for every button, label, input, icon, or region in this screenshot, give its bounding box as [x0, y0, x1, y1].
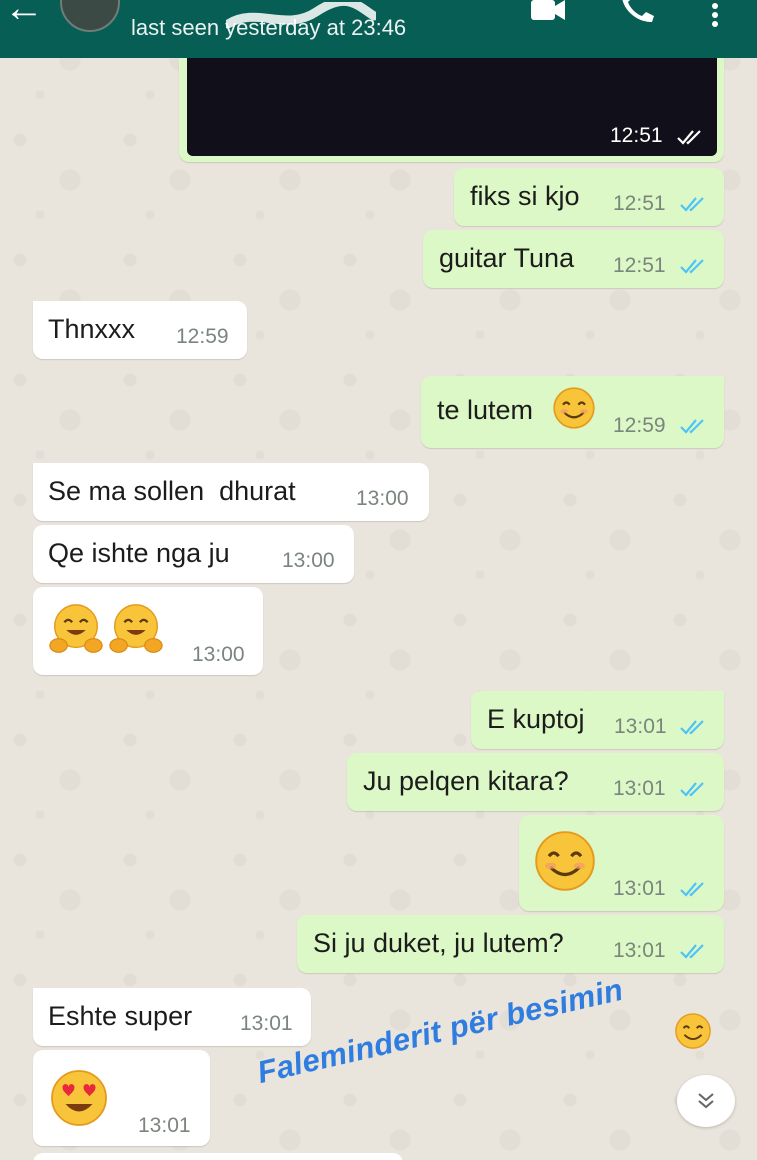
message-time: 13:00 — [192, 643, 245, 666]
read-ticks-icon — [680, 197, 704, 212]
message-time: 13:01 — [138, 1114, 191, 1137]
outgoing-media-message[interactable]: 12:51 — [179, 40, 724, 162]
message-text: guitar Tuna — [439, 243, 575, 273]
outgoing-message[interactable]: fiks si kjo 12:51 — [454, 168, 724, 226]
heart-eyes-face-emoji-icon — [51, 1070, 107, 1126]
message-time: 12:59 — [613, 414, 666, 437]
message-time: 13:01 — [613, 777, 666, 800]
overflow-menu-icon[interactable] — [708, 2, 722, 28]
message-time: 12:59 — [176, 325, 229, 348]
message-time: 13:01 — [614, 715, 667, 738]
message-text: fiks si kjo — [470, 181, 580, 211]
read-ticks-icon — [680, 882, 704, 897]
smiling-face-emoji-icon — [535, 831, 595, 891]
hugging-face-emoji-icon — [109, 604, 163, 653]
outgoing-emoji-message[interactable]: 13:01 — [519, 815, 724, 911]
message-time: 13:01 — [613, 877, 666, 900]
video-call-icon[interactable] — [531, 0, 565, 20]
outgoing-message[interactable]: te lutem 12:59 — [421, 376, 724, 448]
read-ticks-icon — [680, 782, 704, 797]
message-time: 13:00 — [356, 487, 409, 510]
message-text: Se ma sollen dhurat — [48, 476, 296, 506]
incoming-message[interactable]: Se ma sollen dhurat 13:00 — [33, 463, 429, 521]
outgoing-message[interactable]: E kuptoj 13:01 — [471, 691, 724, 749]
read-ticks-icon — [680, 944, 704, 959]
incoming-message-partial[interactable] — [33, 1153, 403, 1160]
avatar[interactable] — [60, 0, 120, 32]
incoming-emoji-message[interactable]: 13:01 — [33, 1050, 210, 1146]
read-ticks-icon — [680, 720, 704, 735]
hugging-face-emoji-icon — [49, 604, 103, 653]
chat-header: ← last seen yesterday at 23:46 — [0, 0, 757, 58]
read-ticks-icon — [677, 130, 701, 145]
back-arrow-icon[interactable]: ← — [4, 0, 44, 28]
message-text: Qe ishte nga ju — [48, 538, 230, 568]
message-text: Eshte super — [48, 1001, 193, 1031]
incoming-message[interactable]: Eshte super 13:01 — [33, 988, 311, 1046]
message-time: 13:01 — [613, 939, 666, 962]
message-text: E kuptoj — [487, 704, 585, 734]
outgoing-message[interactable]: Si ju duket, ju lutem? 13:01 — [297, 915, 724, 973]
outgoing-message[interactable]: Ju pelqen kitara? 13:01 — [347, 753, 724, 811]
caption-smiling-face-emoji-icon — [675, 1013, 711, 1049]
voice-call-icon[interactable] — [618, 0, 658, 24]
last-seen-status: last seen yesterday at 23:46 — [131, 15, 407, 40]
incoming-emoji-message[interactable]: 13:00 — [33, 587, 263, 675]
message-time: 12:51 — [610, 124, 663, 147]
message-text: Thnxxx — [48, 314, 136, 344]
incoming-message[interactable]: Thnxxx 12:59 — [33, 301, 247, 359]
message-time: 12:51 — [613, 192, 666, 215]
message-time: 12:51 — [613, 254, 666, 277]
double-chevron-down-icon — [698, 1093, 714, 1109]
smiling-face-emoji-icon — [553, 387, 595, 429]
message-text: Ju pelqen kitara? — [363, 766, 569, 796]
message-time: 13:00 — [282, 549, 335, 572]
message-text: te lutem — [437, 395, 534, 425]
outgoing-message[interactable]: guitar Tuna 12:51 — [423, 230, 724, 288]
read-ticks-icon — [680, 259, 704, 274]
read-ticks-icon — [680, 419, 704, 434]
incoming-message[interactable]: Qe ishte nga ju 13:00 — [33, 525, 354, 583]
message-text: Si ju duket, ju lutem? — [313, 928, 564, 958]
message-time: 13:01 — [240, 1012, 293, 1035]
scroll-to-bottom-button[interactable] — [677, 1075, 735, 1127]
